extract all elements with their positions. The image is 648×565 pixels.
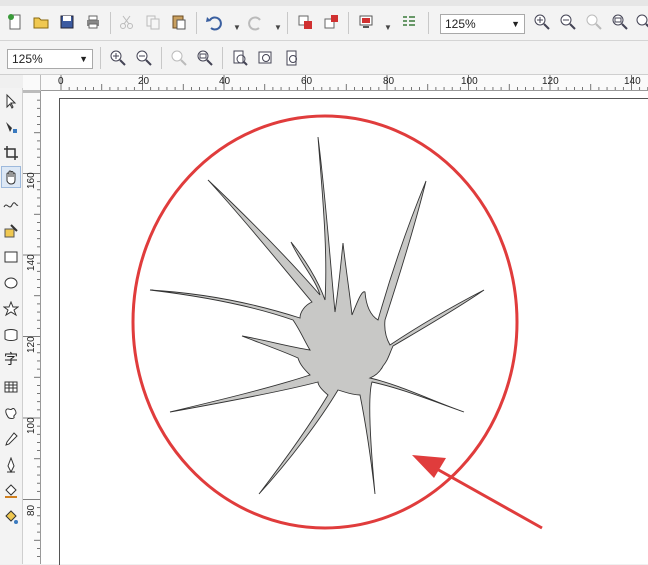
annotation-arrow-line[interactable] (427, 462, 543, 530)
annotation-arrow-head[interactable] (412, 455, 446, 478)
splat-shape[interactable] (149, 136, 485, 495)
artwork-layer (131, 114, 543, 530)
